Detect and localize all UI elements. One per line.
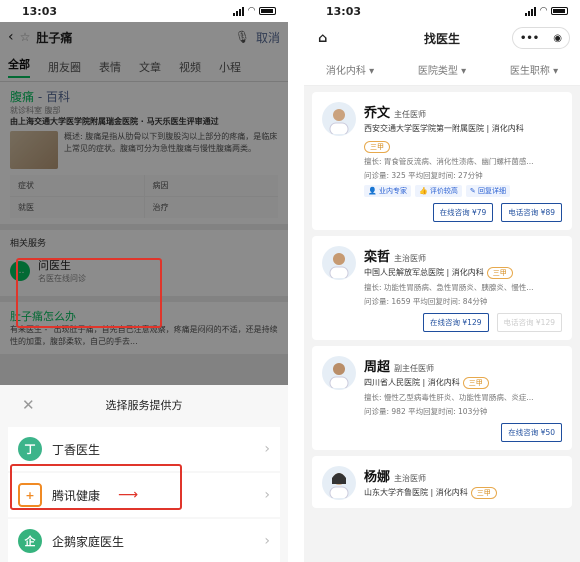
label-expert: 👤 业内专家: [364, 185, 411, 197]
status-icons: ◠: [233, 6, 276, 16]
miniprogram-capsule: ••• ◉: [512, 27, 570, 49]
filter-doctor-title[interactable]: 医生职称 ▾: [510, 62, 558, 77]
battery-icon: [551, 7, 568, 15]
doctor-avatar: [322, 466, 356, 500]
battery-icon: [259, 7, 276, 15]
doctor-avatar: [322, 102, 356, 136]
doctor-title: 副主任医师: [394, 364, 435, 373]
doctor-title: 主治医师: [394, 254, 427, 263]
doctor-avatar: [322, 356, 356, 390]
doctor-avatar: [322, 246, 356, 280]
online-consult-button[interactable]: 在线咨询 ¥129: [423, 313, 489, 332]
online-consult-button[interactable]: 在线咨询 ¥79: [432, 203, 494, 222]
doctor-name: 乔文: [364, 106, 391, 121]
signal-icon: [233, 6, 245, 16]
chevron-right-icon: ›: [264, 441, 270, 457]
filter-hospital-type[interactable]: 医院类型 ▾: [418, 62, 466, 77]
doctor-hospital: 中国人民解放军总医院 | 消化内科 三甲: [364, 267, 534, 279]
provider-qie-family-doctor[interactable]: 企 企鹅家庭医生 ›: [8, 519, 280, 562]
nav-bar: ⌂ 找医生 ••• ◉: [304, 22, 580, 54]
status-icons: ◠: [525, 6, 568, 16]
close-miniprogram-icon[interactable]: ◉: [553, 33, 562, 44]
right-screen: 13:03 ◠ ⌂ 找医生 ••• ◉ 消化内科 ▾ 医院类型 ▾ 医生职称 ▾…: [304, 0, 580, 562]
qie-logo-icon: 企: [18, 529, 42, 553]
label-high-rating: 👍 评价较高: [414, 185, 462, 197]
doctor-hospital: 四川省人民医院 | 消化内科 三甲: [364, 377, 534, 389]
dim-overlay[interactable]: [0, 22, 288, 385]
doctor-stats: 问诊量: 982 平均回复时间: 103分钟: [364, 407, 488, 416]
provider-label: 丁香医生: [52, 442, 101, 457]
doctor-specialty: 擅长: 功能性胃肠病、急性胃肠炎、胰腺炎、慢性...: [364, 283, 534, 292]
status-time: 13:03: [326, 4, 362, 18]
doctor-specialty: 擅长: 慢性乙型病毒性肝炎、功能性胃肠病、炎症...: [364, 393, 534, 402]
more-icon[interactable]: •••: [520, 33, 539, 44]
doctor-stats: 问诊量: 325 平均回复时间: 27分钟: [364, 171, 483, 180]
doctor-specialty: 擅长: 胃食管反流病、消化性溃疡、幽门螺杆菌感...: [364, 157, 534, 166]
left-screen: 13:03 ◠ ‹ ☆ 肚子痛 🎙 取消 全部 朋友圈 表情 文章 视频 小程 …: [0, 0, 288, 562]
wifi-icon: ◠: [248, 6, 255, 16]
status-time: 13:03: [22, 4, 58, 18]
filter-bar: 消化内科 ▾ 医院类型 ▾ 医生职称 ▾: [304, 54, 580, 86]
close-icon[interactable]: ✕: [22, 396, 35, 414]
highlight-box-tencent: [10, 464, 182, 510]
page-title: 找医生: [423, 31, 460, 46]
doctor-name: 杨娜: [364, 470, 391, 485]
chevron-right-icon: ›: [264, 533, 270, 549]
home-icon[interactable]: ⌂: [318, 31, 327, 46]
label-detailed-reply: ✎ 回复详细: [465, 185, 510, 197]
status-bar: 13:03 ◠: [0, 0, 288, 22]
doctor-hospital: 西安交通大学医学院第一附属医院 | 消化内科: [364, 124, 524, 133]
sheet-title: 选择服务提供方: [105, 399, 183, 412]
doctor-card[interactable]: 栾哲 主治医师 中国人民解放军总医院 | 消化内科 三甲 擅长: 功能性胃肠病、急性…: [312, 236, 572, 340]
chevron-right-icon: ›: [264, 487, 270, 503]
doctor-stats: 问诊量: 1659 平均回复时间: 84分钟: [364, 297, 488, 306]
hospital-grade-badge: 三甲: [364, 141, 390, 153]
signal-icon: [525, 6, 537, 16]
wifi-icon: ◠: [540, 6, 547, 16]
hospital-grade-badge: 三甲: [486, 267, 513, 279]
hospital-grade-badge: 三甲: [470, 487, 497, 499]
online-consult-button[interactable]: 在线咨询 ¥50: [501, 423, 562, 442]
phone-consult-button[interactable]: 电话咨询 ¥89: [501, 203, 562, 222]
status-bar: 13:03 ◠: [304, 0, 580, 22]
provider-label: 企鹅家庭医生: [52, 534, 125, 549]
doctor-title: 主治医师: [394, 474, 427, 483]
doctor-title: 主任医师: [394, 110, 427, 119]
doctor-name: 周超: [364, 360, 391, 375]
doctor-hospital: 山东大学齐鲁医院 | 消化内科 三甲: [364, 487, 497, 499]
phone-consult-button: 电话咨询 ¥129: [496, 313, 562, 332]
highlight-box-services: [16, 258, 162, 328]
doctor-card[interactable]: 杨娜 主治医师 山东大学齐鲁医院 | 消化内科 三甲: [312, 456, 572, 508]
hospital-grade-badge: 三甲: [462, 377, 489, 389]
dxy-logo-icon: 丁: [18, 437, 42, 461]
filter-department[interactable]: 消化内科 ▾: [326, 62, 374, 77]
doctor-card[interactable]: 周超 副主任医师 四川省人民医院 | 消化内科 三甲 擅长: 慢性乙型病毒性肝炎、功…: [312, 346, 572, 450]
doctor-name: 栾哲: [364, 250, 391, 265]
sheet-header: ✕ 选择服务提供方: [0, 385, 288, 425]
doctor-card[interactable]: 乔文 主任医师 西安交通大学医学院第一附属医院 | 消化内科 三甲 擅长: 胃食管…: [312, 92, 572, 230]
